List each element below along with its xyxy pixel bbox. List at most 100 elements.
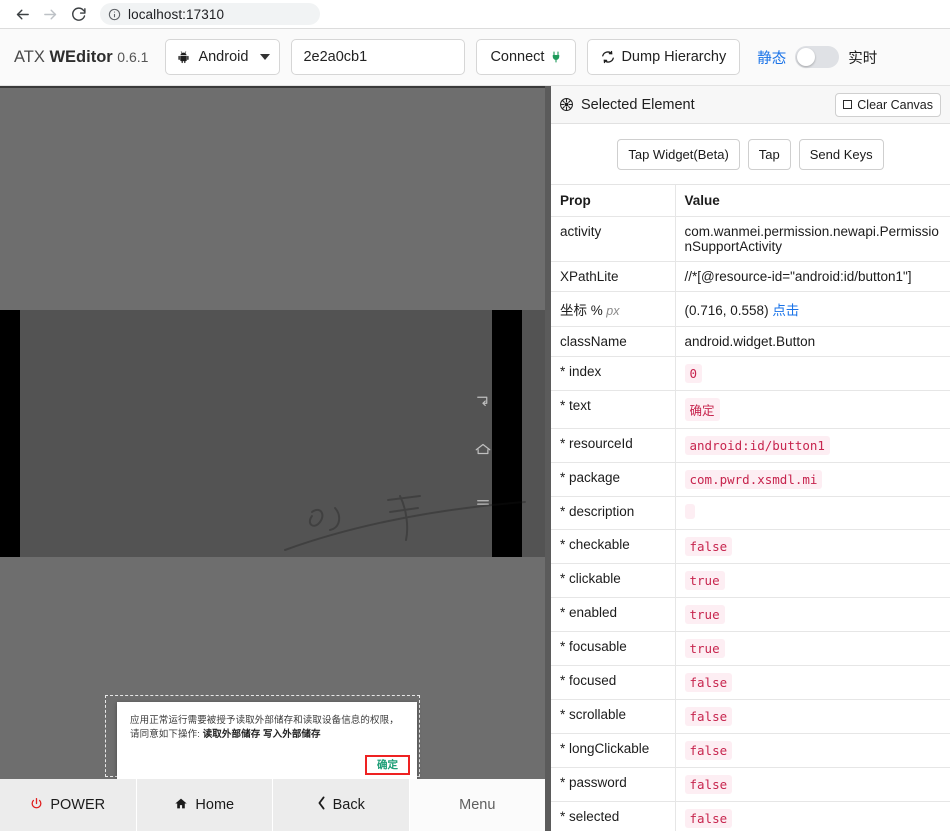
dump-hierarchy-button[interactable]: Dump Hierarchy [587, 39, 741, 75]
property-value-cell: false [675, 665, 950, 700]
address-bar-url: localhost:17310 [128, 6, 225, 22]
table-row[interactable]: XPathLite//*[@resource-id="android:id/bu… [551, 261, 950, 292]
property-value-code: true [684, 639, 725, 658]
send-keys-button[interactable]: Send Keys [798, 138, 884, 170]
home-button[interactable]: Home [136, 779, 273, 831]
property-name-cell: 坐标 % px [551, 291, 676, 327]
property-value-code: 0 [684, 364, 703, 383]
property-name-cell: XPathLite [551, 261, 676, 292]
clear-canvas-label: Clear Canvas [857, 97, 933, 112]
property-name-cell: * checkable [551, 529, 676, 564]
table-row[interactable]: * checkable false [551, 529, 950, 564]
app-header: ATX WEditor 0.6.1 Android Connect [0, 29, 950, 86]
property-value-cell: android.widget.Button [675, 326, 950, 357]
column-header-value: Value [675, 185, 950, 217]
table-row[interactable]: * longClickable false [551, 733, 950, 768]
property-value-code: false [684, 707, 733, 726]
toggle-live-label: 实时 [848, 50, 878, 67]
power-button-label: POWER [50, 797, 106, 813]
app-title-prefix: ATX [14, 47, 50, 66]
table-row[interactable]: * selected false [551, 801, 950, 831]
properties-table-body: activity com.wanmei.permission.newapi.Per… [551, 216, 950, 831]
device-screenshot[interactable]: 应用正常运行需要被授予读取外部储存和读取设备信息的权限，请同意如下操作: 读取外… [0, 310, 545, 781]
property-value-code: false [684, 809, 733, 828]
dump-hierarchy-label: Dump Hierarchy [621, 49, 727, 65]
property-value-code [684, 504, 695, 519]
reload-icon [71, 6, 86, 21]
property-value-code: false [684, 775, 733, 794]
property-value-code: true [684, 605, 725, 624]
arrow-left-icon [16, 9, 29, 19]
property-value-code: true [684, 571, 725, 590]
device-canvas[interactable]: 应用正常运行需要被授予读取外部储存和读取设备信息的权限，请同意如下操作: 读取外… [0, 86, 545, 831]
back-button[interactable]: Back [273, 779, 410, 831]
property-value-code: false [684, 741, 733, 760]
app-title: ATX WEditor 0.6.1 [14, 48, 148, 67]
property-value-cell: 0 [675, 356, 950, 391]
table-row[interactable]: * index 0 [551, 356, 950, 391]
table-row[interactable]: * password false [551, 767, 950, 802]
property-value-cell: com.wanmei.permission.newapi.PermissionS… [675, 216, 950, 262]
property-value-cell: //*[@resource-id="android:id/button1"] [675, 261, 950, 292]
coordinate-tap-link[interactable]: 点击 [772, 303, 799, 318]
property-value-cell [675, 496, 950, 530]
table-row[interactable]: activity com.wanmei.permission.newapi.Per… [551, 216, 950, 262]
info-circle-icon[interactable] [108, 8, 121, 21]
property-name-cell: * focusable [551, 631, 676, 666]
property-value-code: false [684, 537, 733, 556]
table-row[interactable]: * description [551, 496, 950, 530]
properties-table: Prop Value activity com.wanmei.permission… [551, 185, 950, 831]
browser-reload-button[interactable] [64, 0, 92, 28]
table-row[interactable]: * text 确定 [551, 390, 950, 429]
table-row[interactable]: * focusable true [551, 631, 950, 666]
property-value-code: com.pwrd.xsmdl.mi [684, 470, 823, 489]
address-bar[interactable]: localhost:17310 [100, 3, 320, 25]
inspector-title-label: Selected Element [581, 96, 695, 113]
table-row[interactable]: * enabled true [551, 597, 950, 632]
property-value-cell: false [675, 699, 950, 734]
table-row[interactable]: * focused false [551, 665, 950, 700]
nav-home-icon[interactable] [474, 440, 492, 458]
browser-back-button[interactable] [8, 0, 36, 28]
device-navigation-bar[interactable] [475, 310, 522, 557]
tap-button[interactable]: Tap [747, 138, 791, 170]
permission-dialog: 应用正常运行需要被授予读取外部储存和读取设备信息的权限，请同意如下操作: 读取外… [117, 702, 417, 781]
table-row[interactable]: 坐标 % px (0.716, 0.558) 点击 [551, 291, 950, 327]
table-row[interactable]: * scrollable false [551, 699, 950, 734]
property-name-cell: * selected [551, 801, 676, 831]
property-name-cell: className [551, 326, 676, 357]
refresh-icon [602, 50, 615, 64]
table-row[interactable]: * clickable true [551, 563, 950, 598]
confirm-button[interactable]: 确定 [365, 755, 410, 775]
body-split: 应用正常运行需要被授予读取外部储存和读取设备信息的权限，请同意如下操作: 读取外… [0, 86, 950, 831]
nav-back-icon[interactable] [474, 392, 492, 410]
property-name-cell: * index [551, 356, 676, 391]
browser-toolbar: localhost:17310 [0, 0, 950, 29]
table-row[interactable]: * resourceId android:id/button1 [551, 428, 950, 463]
property-value-cell: false [675, 733, 950, 768]
property-value-cell: true [675, 597, 950, 632]
checkbox-icon[interactable] [843, 100, 853, 109]
property-name-cell: * clickable [551, 563, 676, 598]
tap-widget-button[interactable]: Tap Widget(Beta) [617, 138, 740, 170]
permission-dialog-actions: 确定 [365, 755, 410, 775]
table-header-row: Prop Value [551, 185, 950, 217]
clear-canvas-button[interactable]: Clear Canvas [835, 92, 941, 117]
mode-toggle-switch[interactable] [795, 46, 840, 68]
property-name-cell: * scrollable [551, 699, 676, 734]
table-row[interactable]: className android.widget.Button [551, 326, 950, 357]
connect-button[interactable]: Connect [476, 39, 577, 75]
property-value-code: android:id/button1 [684, 436, 830, 455]
canvas-top-border [0, 86, 545, 88]
home-icon [174, 797, 188, 814]
nav-menu-icon[interactable] [474, 494, 492, 512]
app-version: 0.6.1 [117, 48, 149, 65]
table-row[interactable]: * package com.pwrd.xsmdl.mi [551, 462, 950, 497]
browser-forward-button[interactable] [36, 0, 64, 28]
property-name-cell: * longClickable [551, 733, 676, 768]
android-icon [178, 51, 190, 64]
platform-select[interactable]: Android [165, 39, 281, 75]
device-serial-input[interactable] [291, 39, 466, 75]
menu-button[interactable]: Menu [409, 779, 545, 831]
power-button[interactable]: POWER [0, 779, 137, 831]
